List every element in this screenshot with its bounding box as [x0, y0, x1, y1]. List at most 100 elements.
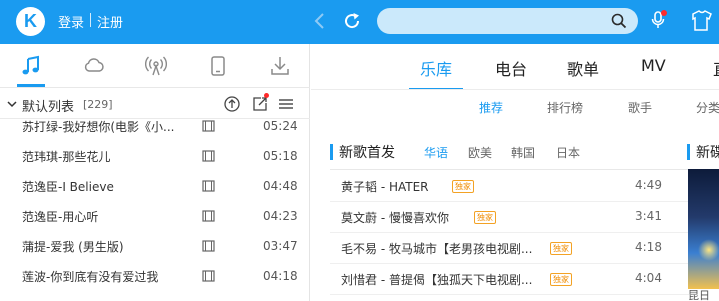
- phone-icon: [211, 56, 225, 76]
- mv-icon[interactable]: [202, 240, 215, 252]
- voice-search-button[interactable]: [650, 9, 667, 31]
- song-duration: 04:23: [263, 209, 298, 223]
- song-row[interactable]: 莲波-你到底有没有爱过我 04:18: [0, 262, 310, 292]
- new-song-duration: 3:41: [635, 209, 662, 223]
- album-caption[interactable]: 昆日: [688, 287, 710, 301]
- song-title: 苏打绿-我好想你(电影《小...: [22, 120, 175, 134]
- song-duration: 04:48: [263, 179, 298, 193]
- shirt-icon: [692, 10, 712, 31]
- tab-cloud[interactable]: [62, 44, 124, 88]
- new-song-row[interactable]: 莫文蔚 - 慢慢喜欢你 独家 3:41: [330, 202, 692, 233]
- lang-tab-western[interactable]: 欧美: [468, 144, 492, 161]
- subtab-charts[interactable]: 排行榜: [547, 99, 583, 116]
- section-marker: [330, 144, 333, 160]
- lang-tab-chinese[interactable]: 华语: [424, 144, 448, 161]
- new-song-title: 黄子韬 - HATER: [341, 180, 429, 194]
- exclusive-badge: 独家: [474, 211, 496, 224]
- song-row[interactable]: 蒲提-爱我 (男生版) 03:47: [0, 232, 310, 262]
- song-title: 莲波-你到底有没有爱过我: [22, 270, 159, 284]
- new-song-duration: 4:18: [635, 240, 662, 254]
- tab-library[interactable]: 乐库: [420, 56, 452, 80]
- notification-dot: [264, 93, 269, 98]
- skin-button[interactable]: [690, 9, 719, 33]
- locate-current-icon[interactable]: [223, 95, 241, 113]
- new-song-duration: 4:49: [635, 178, 662, 192]
- song-row[interactable]: 范逸臣-用心听 04:23: [0, 202, 310, 232]
- active-tab-indicator: [17, 84, 45, 87]
- section-marker: [687, 144, 690, 160]
- exclusive-badge: 独家: [550, 273, 572, 286]
- refresh-icon: [345, 13, 360, 29]
- tab-mv[interactable]: MV: [641, 56, 666, 75]
- song-title: 范逸臣-用心听: [22, 210, 99, 224]
- song-row[interactable]: 范逸臣-I Believe 04:48: [0, 172, 310, 202]
- download-icon: [271, 57, 289, 75]
- mv-icon[interactable]: [202, 210, 215, 222]
- tab-radio-station[interactable]: 电台: [495, 56, 527, 80]
- register-link[interactable]: 注册: [97, 12, 123, 31]
- chevron-down-icon[interactable]: [6, 98, 18, 110]
- new-song-row[interactable]: 刘惜君 - 普提偈【独孤天下电视剧... 独家 4:04: [330, 264, 692, 295]
- divider: [330, 169, 692, 170]
- song-duration: 05:24: [263, 120, 298, 133]
- tab-playlists[interactable]: 歌单: [567, 56, 599, 80]
- new-song-duration: 4:04: [635, 271, 662, 285]
- album-cover[interactable]: [688, 169, 719, 289]
- lang-tab-japanese[interactable]: 日本: [556, 144, 580, 161]
- notification-dot: [661, 10, 667, 16]
- tab-my-music[interactable]: [0, 44, 62, 88]
- search-icon[interactable]: [610, 12, 628, 30]
- music-note-icon: [22, 55, 39, 75]
- tab-download[interactable]: [248, 44, 310, 88]
- login-link[interactable]: 登录: [58, 12, 84, 31]
- subtab-singers[interactable]: 歌手: [628, 99, 652, 116]
- song-title: 范逸臣-I Believe: [22, 180, 114, 194]
- new-song-row[interactable]: 黄子韬 - HATER 独家 4:49: [330, 171, 692, 202]
- song-list: 苏打绿-我好想你(电影《小... 05:24 范玮琪-那些花儿 05:18 范逸…: [0, 120, 310, 301]
- search-input[interactable]: [387, 10, 607, 32]
- left-panel: 默认列表 [229] 苏打绿-我好想你(电影《小... 05:24 范玮琪-那些…: [0, 44, 310, 301]
- song-duration: 04:18: [263, 269, 298, 283]
- song-row[interactable]: 苏打绿-我好想你(电影《小... 05:24: [0, 120, 310, 142]
- song-duration: 03:47: [263, 239, 298, 253]
- playlist-count: [229]: [83, 98, 113, 111]
- radio-icon: [145, 56, 167, 76]
- tab-device[interactable]: [186, 44, 248, 88]
- search-box: [377, 8, 638, 34]
- playlist-header[interactable]: 默认列表 [229]: [0, 89, 310, 119]
- chevron-left-icon: [314, 13, 324, 29]
- kugou-logo[interactable]: K: [16, 7, 45, 36]
- back-button[interactable]: [312, 10, 328, 32]
- exclusive-badge: 独家: [452, 180, 474, 193]
- mv-icon[interactable]: [202, 270, 215, 282]
- subtab-recommend[interactable]: 推荐: [479, 99, 503, 116]
- left-tab-bar: [0, 44, 310, 88]
- mv-icon[interactable]: [202, 120, 215, 132]
- new-song-title: 刘惜君 - 普提偈【独孤天下电视剧...: [341, 273, 533, 287]
- main-content: 乐库 电台 歌单 MV 直 推荐 排行榜 歌手 分类 新歌首发 华语 欧美 韩国…: [311, 44, 719, 301]
- new-song-title: 毛不易 - 牧马城市【老男孩电视剧...: [341, 242, 533, 256]
- tab-live[interactable]: 直: [713, 56, 719, 80]
- sub-nav: 推荐 排行榜 歌手 分类: [311, 89, 719, 127]
- playlist-title: 默认列表: [22, 100, 75, 115]
- lang-tab-korean[interactable]: 韩国: [511, 144, 535, 161]
- cloud-icon: [84, 58, 104, 72]
- subtab-categories[interactable]: 分类: [696, 99, 719, 116]
- new-song-title: 莫文蔚 - 慢慢喜欢你: [341, 211, 449, 225]
- section-title-new-songs: 新歌首发: [339, 145, 395, 161]
- album-cover-art: [698, 239, 719, 261]
- mv-icon[interactable]: [202, 180, 215, 192]
- new-song-row[interactable]: 毛不易 - 牧马城市【老男孩电视剧... 独家 4:18: [330, 233, 692, 264]
- song-title: 蒲提-爱我 (男生版): [22, 240, 124, 254]
- exclusive-badge: 独家: [550, 242, 572, 255]
- refresh-button[interactable]: [341, 10, 363, 32]
- song-row[interactable]: 范玮琪-那些花儿 05:18: [0, 142, 310, 172]
- song-title: 范玮琪-那些花儿: [22, 150, 111, 164]
- tab-radio[interactable]: [124, 44, 186, 88]
- title-bar: K 登录 注册: [0, 0, 719, 44]
- menu-icon[interactable]: [277, 95, 295, 113]
- section-title-new-albums: 新碟: [696, 145, 719, 161]
- login-divider: [90, 13, 91, 27]
- mv-icon[interactable]: [202, 150, 215, 162]
- song-duration: 05:18: [263, 149, 298, 163]
